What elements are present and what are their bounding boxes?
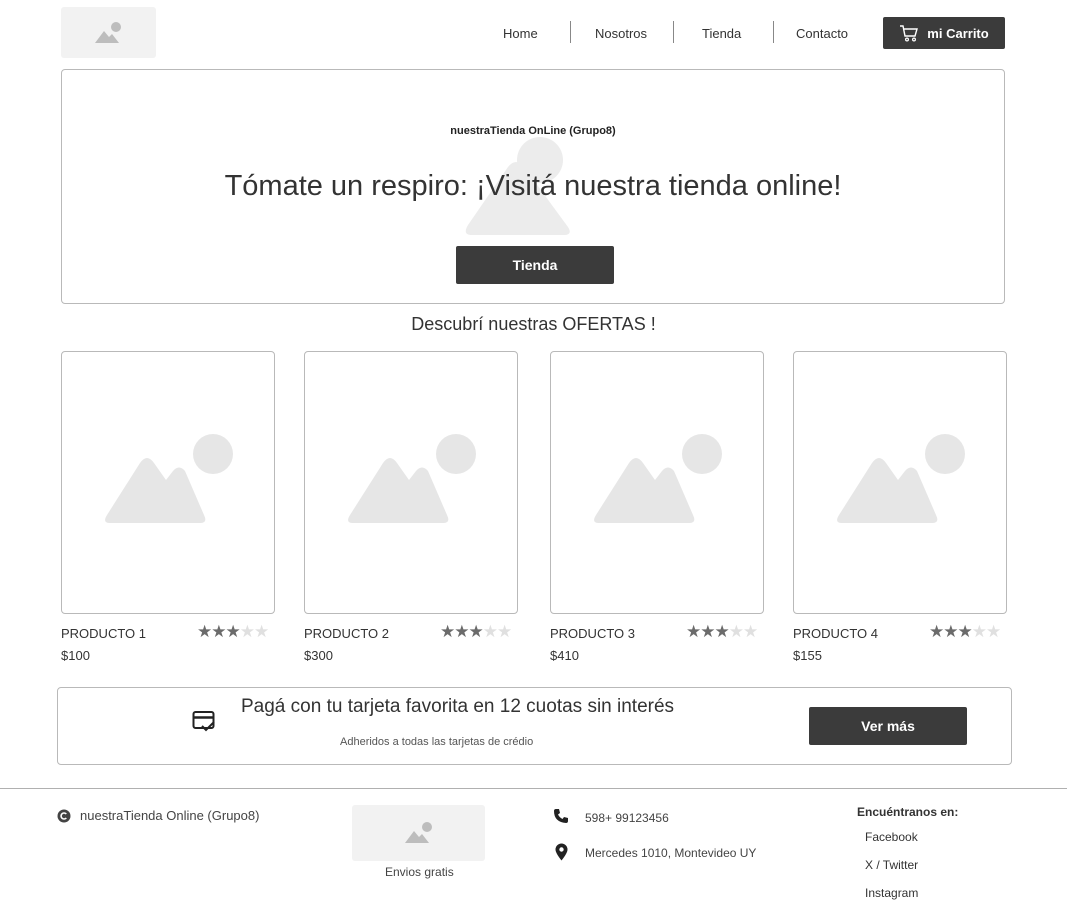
product-price: $410 xyxy=(550,648,579,663)
star-empty-icon: ★ xyxy=(239,622,255,641)
star-filled-icon: ★ xyxy=(700,622,715,641)
site-logo[interactable] xyxy=(61,7,156,58)
product-name[interactable]: PRODUCTO 2 xyxy=(304,626,389,641)
footer-copyright: nuestraTienda Online (Grupo8) xyxy=(57,808,259,823)
product-image[interactable] xyxy=(61,351,275,614)
star-empty-icon: ★ xyxy=(971,622,987,641)
star-filled-icon: ★ xyxy=(225,622,241,641)
image-placeholder-icon xyxy=(837,433,965,523)
image-placeholder-icon xyxy=(348,433,476,523)
product-name[interactable]: PRODUCTO 3 xyxy=(550,626,635,641)
product-rating: ★★★★★ xyxy=(686,622,758,642)
product-rating: ★★★★★ xyxy=(197,622,269,642)
nav-divider xyxy=(673,21,674,43)
star-filled-icon: ★ xyxy=(714,622,730,641)
product-rating: ★★★★★ xyxy=(440,622,512,642)
product-name[interactable]: PRODUCTO 4 xyxy=(793,626,878,641)
cart-label: mi Carrito xyxy=(927,25,989,41)
hero-title: Tómate un respiro: ¡Visitá nuestra tiend… xyxy=(224,170,842,202)
star-filled-icon: ★ xyxy=(957,622,973,641)
image-placeholder-icon xyxy=(105,433,233,523)
star-empty-icon: ★ xyxy=(743,622,758,641)
product-rating: ★★★★★ xyxy=(929,622,1001,642)
star-filled-icon: ★ xyxy=(211,622,226,641)
star-filled-icon: ★ xyxy=(454,622,469,641)
star-empty-icon: ★ xyxy=(728,622,744,641)
shopping-cart-icon xyxy=(900,25,919,42)
image-placeholder-icon xyxy=(404,822,432,843)
image-placeholder-icon xyxy=(594,433,722,523)
offers-title: Descubrí nuestras OFERTAS ! xyxy=(411,314,656,334)
phone-number[interactable]: 598+ 99123456 xyxy=(585,811,669,825)
copyright-icon xyxy=(57,809,71,822)
payment-promo-banner: Pagá con tu tarjeta favorita en 12 cuota… xyxy=(57,687,1012,765)
hero-banner: nuestraTienda OnLine (Grupo8) Tómate un … xyxy=(61,69,1005,304)
product-image[interactable] xyxy=(550,351,764,614)
star-filled-icon: ★ xyxy=(440,622,455,641)
facebook-link[interactable]: Facebook xyxy=(865,830,918,844)
product-price: $100 xyxy=(61,648,90,663)
star-filled-icon: ★ xyxy=(929,622,944,641)
product-image[interactable] xyxy=(793,351,1007,614)
product-price: $155 xyxy=(793,648,822,663)
star-filled-icon: ★ xyxy=(468,622,484,641)
star-empty-icon: ★ xyxy=(986,622,1001,641)
location-pin-icon xyxy=(555,843,568,861)
instagram-link[interactable]: Instagram xyxy=(865,886,918,900)
phone-icon xyxy=(554,809,568,823)
product-price: $300 xyxy=(304,648,333,663)
nav-tienda-link[interactable]: Tienda xyxy=(702,26,741,41)
cart-button[interactable]: mi Carrito xyxy=(883,17,1005,49)
hero-kicker: nuestraTienda OnLine (Grupo8) xyxy=(450,125,616,137)
see-more-button[interactable]: Ver más xyxy=(809,707,967,745)
address: Mercedes 1010, Montevideo UY xyxy=(585,846,757,860)
shipping-image xyxy=(352,805,485,861)
star-filled-icon: ★ xyxy=(686,622,701,641)
nav-nosotros-link[interactable]: Nosotros xyxy=(595,26,647,41)
footer-divider xyxy=(0,788,1067,789)
star-filled-icon: ★ xyxy=(197,622,212,641)
credit-card-check-icon xyxy=(192,711,215,732)
product-name[interactable]: PRODUCTO 1 xyxy=(61,626,146,641)
twitter-link[interactable]: X / Twitter xyxy=(865,858,918,872)
nav-contacto-link[interactable]: Contacto xyxy=(796,26,848,41)
star-filled-icon: ★ xyxy=(943,622,958,641)
shipping-label: Envios gratis xyxy=(385,865,454,879)
nav-divider xyxy=(773,21,774,43)
shop-button[interactable]: Tienda xyxy=(456,246,614,284)
star-empty-icon: ★ xyxy=(482,622,498,641)
nav-home-link[interactable]: Home xyxy=(503,26,538,41)
promo-subtitle: Adheridos a todas las tarjetas de crédio xyxy=(340,736,534,748)
product-image[interactable] xyxy=(304,351,518,614)
image-placeholder-icon xyxy=(94,21,121,43)
social-title: Encuéntranos en: xyxy=(857,805,959,819)
nav-divider xyxy=(570,21,571,43)
star-empty-icon: ★ xyxy=(497,622,512,641)
copyright-text: nuestraTienda Online (Grupo8) xyxy=(80,808,260,823)
promo-title: Pagá con tu tarjeta favorita en 12 cuota… xyxy=(241,696,675,717)
star-empty-icon: ★ xyxy=(254,622,269,641)
